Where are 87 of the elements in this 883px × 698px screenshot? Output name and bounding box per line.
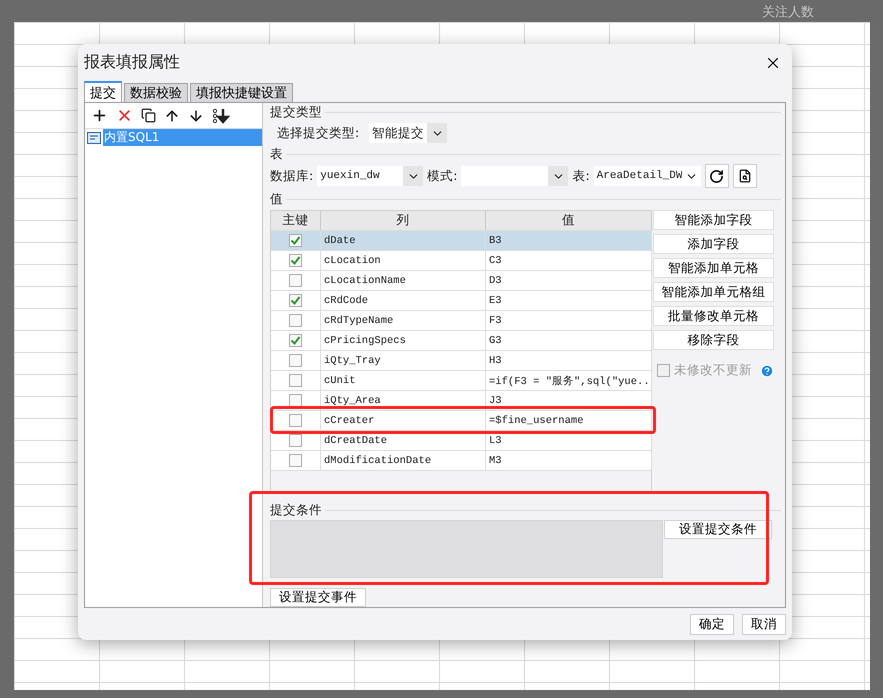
table-row[interactable]: cUnit =if(F3 = "服务",sql("yue... [271,371,651,391]
table-row[interactable]: cCreater =$fine_username [271,411,651,431]
checkbox[interactable] [289,354,302,367]
tab[interactable]: 数据校验 [124,83,188,102]
table-cell: cRdTypeName [321,311,486,330]
table-cell: =$fine_username [486,411,652,430]
check-icon [290,295,301,306]
checkbox[interactable] [289,434,302,447]
dialog-button[interactable]: 确定 [690,614,734,634]
table-row[interactable]: cRdTypeName F3 [271,311,651,331]
table-cell: B3 [486,231,652,250]
checkbox[interactable] [289,274,302,287]
side-button[interactable]: 智能添加字段 [653,210,774,230]
column-header: 关注人数 [762,4,814,21]
checkbox[interactable] [289,334,302,347]
table-cell: M3 [486,451,652,470]
move-bottom-icon[interactable] [212,106,230,124]
database-dropdown[interactable]: yuexin_dw [317,166,424,186]
submit-type-dropdown[interactable]: 智能提交 [369,123,448,143]
table-cell: E3 [486,291,652,310]
column-header: 主键 [271,211,321,230]
column-header: 值 [486,211,652,230]
side-button[interactable]: 添加字段 [653,234,774,254]
checkbox[interactable] [289,454,302,467]
table-row[interactable]: cLocationName D3 [271,271,651,291]
table-cell: dDate [321,231,486,250]
table-cell: iQty_Tray [321,351,486,370]
section-heading: 值 [270,190,283,208]
table-cell: C3 [486,251,652,270]
side-button[interactable]: 智能添加单元格 [653,258,774,278]
table-row[interactable]: cRdCode E3 [271,291,651,311]
refresh-button[interactable] [704,164,729,188]
checkbox[interactable] [289,254,302,267]
tab[interactable]: 填报快捷键设置 [190,83,293,102]
checkbox[interactable] [289,294,302,307]
table-cell: F3 [486,311,652,330]
section-heading: 提交条件 [270,502,322,518]
field-label: 模式: [427,168,458,184]
add-icon[interactable] [91,107,108,124]
side-button[interactable]: 批量修改单元格 [653,306,774,326]
copy-icon[interactable] [141,108,156,123]
table-row[interactable]: iQty_Tray H3 [271,351,651,371]
table-row[interactable]: cPricingSpecs G3 [271,331,651,351]
checkbox-label: 未修改不更新 [674,362,753,379]
set-condition-button[interactable]: 设置提交条件 [664,520,772,539]
check-icon [290,255,301,266]
help-icon[interactable] [760,364,774,378]
table-cell: =if(F3 = "服务",sql("yue... [486,371,652,390]
field-label: 数据库: [270,168,314,184]
file-search-icon [738,169,752,183]
checkbox[interactable] [289,374,302,387]
side-button[interactable]: 智能添加单元格组 [653,282,774,302]
table-row[interactable]: dModificationDate M3 [271,451,651,471]
preview-button[interactable] [732,164,757,188]
arrow-up-icon[interactable] [164,108,180,124]
table-cell: cLocation [321,251,486,270]
table-cell: D3 [486,271,652,290]
table-cell: dCreatDate [321,431,486,450]
tab[interactable]: 提交 [84,81,122,102]
side-button[interactable]: 移除字段 [653,330,774,350]
checkbox[interactable] [289,414,302,427]
table-cell: cRdCode [321,291,486,310]
field-label: 表: [572,168,590,184]
check-icon [290,335,301,346]
dialog-title: 报表填报属性 [84,52,180,73]
check-icon [290,235,301,246]
table-cell: cUnit [321,371,486,390]
refresh-icon [709,168,724,184]
set-event-button[interactable]: 设置提交事件 [270,588,366,607]
arrow-down-icon[interactable] [188,108,204,124]
dialog-button[interactable]: 取消 [742,614,786,634]
field-label: 选择提交类型: [277,124,360,142]
table-icon [87,132,101,144]
table-row[interactable]: dDate B3 [271,231,651,251]
table-cell: G3 [486,331,652,350]
table-cell: cPricingSpecs [321,331,486,350]
checkbox[interactable] [289,234,302,247]
column-header: 列 [321,211,486,230]
table-dropdown[interactable]: AreaDetail_DW [594,166,701,186]
section-heading: 提交类型 [270,104,322,120]
table-cell: cLocationName [321,271,486,290]
table-row[interactable]: cLocation C3 [271,251,651,271]
section-heading: 表 [270,146,283,162]
table-cell: H3 [486,351,652,370]
checkbox[interactable] [289,314,302,327]
table-cell: dModificationDate [321,451,486,470]
checkbox[interactable] [289,394,302,407]
